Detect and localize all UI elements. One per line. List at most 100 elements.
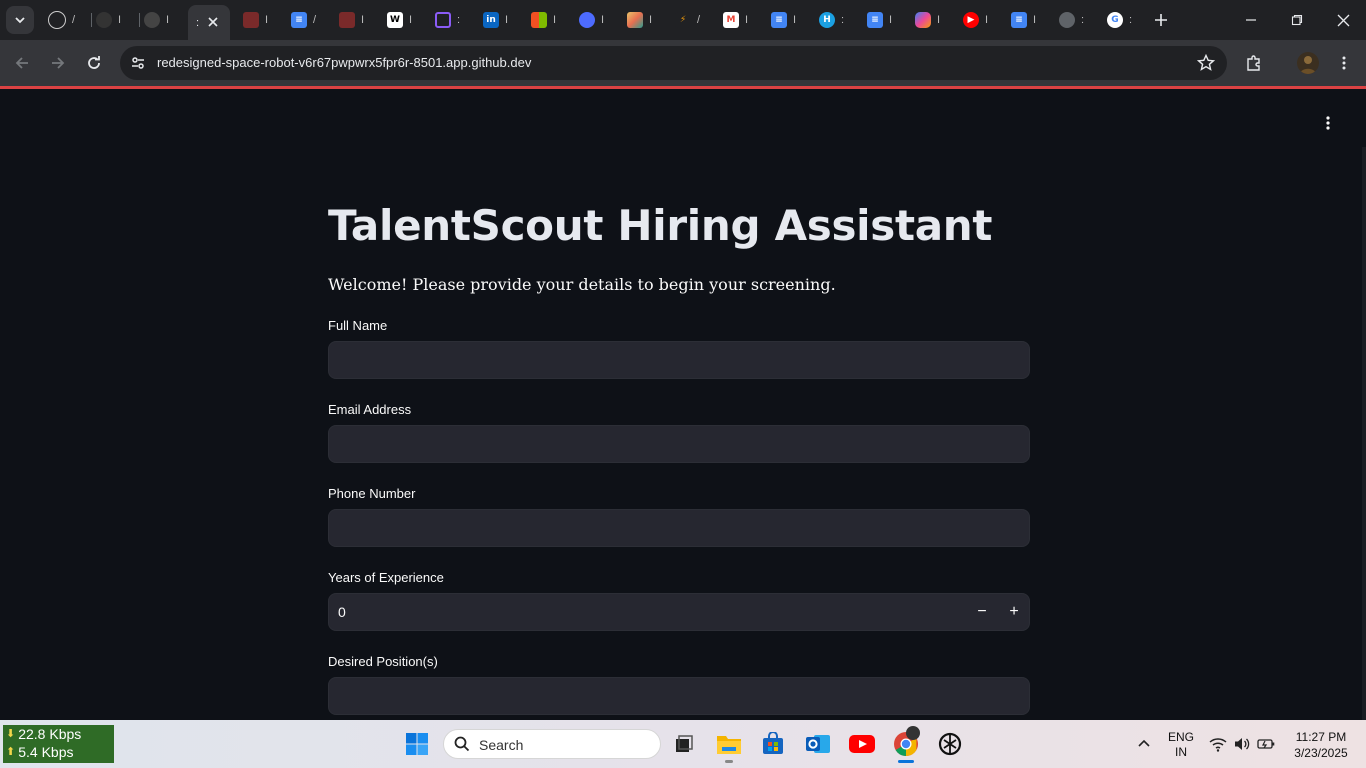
url-text[interactable]: redesigned-space-robot-v6r67pwpwrx5fpr6r… [157,55,531,70]
chatgpt-button[interactable] [936,730,964,758]
new-tab-button[interactable] [1151,10,1171,30]
windows-taskbar: ⬇ 22.8 Kbps ⬆ 5.4 Kbps Search ENG IN 11:… [0,720,1366,768]
youtube-icon [849,735,875,753]
tab-close-button[interactable] [204,13,222,31]
experience-value[interactable]: 0 [338,604,346,620]
language-indicator[interactable]: ENG IN [1164,730,1198,760]
browser-tab[interactable]: ≡ I [1011,7,1051,33]
close-icon [208,17,218,27]
deepseek-icon [579,12,595,28]
browser-tab[interactable]: I [96,7,140,33]
tab-title: I [985,14,989,26]
browser-menu-button[interactable] [1334,53,1354,73]
tab-separator [91,13,92,27]
tab-title: : [1081,14,1085,26]
minimize-button[interactable] [1239,8,1263,32]
tab-title: / [72,14,76,26]
browser-tab[interactable]: W I [387,7,427,33]
bookmark-star-icon[interactable] [1197,54,1215,72]
restore-button[interactable] [1285,8,1309,32]
tab-title: I [505,14,509,26]
quick-settings-button[interactable] [1204,730,1280,758]
arrow-right-icon [52,57,65,69]
browser-tab[interactable]: : [435,7,475,33]
start-button[interactable] [403,730,431,758]
back-button[interactable] [12,53,32,73]
profile-avatar[interactable] [1297,52,1319,74]
browser-tab[interactable]: ≡ I [867,7,907,33]
youtube-button[interactable] [848,730,876,758]
browser-tab[interactable]: M I [723,7,763,33]
address-bar[interactable]: redesigned-space-robot-v6r67pwpwrx5fpr6r… [120,46,1227,80]
tab-title: I [601,14,605,26]
full-name-input[interactable] [328,341,1030,379]
microsoft-store-button[interactable] [759,730,787,758]
close-window-button[interactable] [1331,8,1355,32]
desired-position-input[interactable] [328,677,1030,715]
browser-tab-active[interactable]: : [188,5,230,40]
tab-separator [139,13,140,27]
browser-tab[interactable]: in I [483,7,523,33]
browser-tab[interactable]: ▶ I [963,7,1003,33]
taskbar-search-box[interactable]: Search [443,729,661,759]
globe-icon [1059,12,1075,28]
clock[interactable]: 11:27 PM 3/23/2025 [1284,729,1358,761]
tab-title: I [265,14,269,26]
browser-tab[interactable]: I [579,7,619,33]
close-icon [1337,14,1349,26]
browser-tab[interactable]: I [531,7,571,33]
position-label: Desired Position(s) [328,654,438,669]
increment-button[interactable]: + [1000,598,1028,626]
decrement-button[interactable]: − [968,598,996,626]
poe-icon [435,12,451,28]
browser-tab[interactable]: / [48,7,92,33]
email-label: Email Address [328,402,412,417]
task-view-button[interactable] [670,730,698,758]
browser-tab[interactable]: G : [1107,7,1147,33]
reload-button[interactable] [84,53,104,73]
store-icon [763,732,783,754]
browser-toolbar: redesigned-space-robot-v6r67pwpwrx5fpr6r… [0,40,1366,86]
chatgpt-icon [48,11,66,29]
file-explorer-button[interactable] [715,730,743,758]
browser-tab[interactable]: I [339,7,379,33]
browser-tab[interactable]: I [144,7,184,33]
browser-tab[interactable]: I [915,7,955,33]
browser-tab[interactable]: I [627,7,667,33]
phone-input[interactable] [328,509,1030,547]
outlook-button[interactable] [804,730,832,758]
browser-tab[interactable]: : [1059,7,1099,33]
email-input[interactable] [328,425,1030,463]
youtube-music-icon: ▶ [963,12,979,28]
chevron-down-icon [15,17,25,24]
browser-tab[interactable]: I [243,7,283,33]
forward-button[interactable] [48,53,68,73]
tune-icon [132,57,144,69]
download-arrow-icon: ⬇ [6,728,16,740]
google-icon: G [1107,12,1123,28]
network-speed-meter: ⬇ 22.8 Kbps ⬆ 5.4 Kbps [3,725,114,763]
site-info-button[interactable] [126,51,150,75]
intro-text: Welcome! Please provide your details to … [328,275,836,294]
minimize-icon [1246,19,1256,21]
browser-tab[interactable]: ≡ I [771,7,811,33]
tab-search-button[interactable] [6,6,34,34]
full-name-label: Full Name [328,318,388,333]
tab-title: I [937,14,941,26]
page-scrollbar[interactable] [1362,147,1366,720]
browser-tab[interactable]: H : [819,7,859,33]
tab-title: : [1129,14,1133,26]
browser-tab[interactable]: ≡ / [291,7,331,33]
browser-tab[interactable]: ⚡ / [675,7,715,33]
restore-icon [1291,14,1303,26]
google-docs-icon: ≡ [771,12,787,28]
photo-icon [627,12,643,28]
page-title: TalentScout Hiring Assistant [328,201,993,250]
extensions-button[interactable] [1244,53,1264,73]
show-hidden-icons-button[interactable] [1130,730,1158,758]
anime-icon [243,12,259,28]
experience-number-input[interactable] [328,593,1030,631]
microsoft-icon [531,12,547,28]
github-icon [96,12,112,28]
app-main-menu-button[interactable] [1318,113,1338,133]
